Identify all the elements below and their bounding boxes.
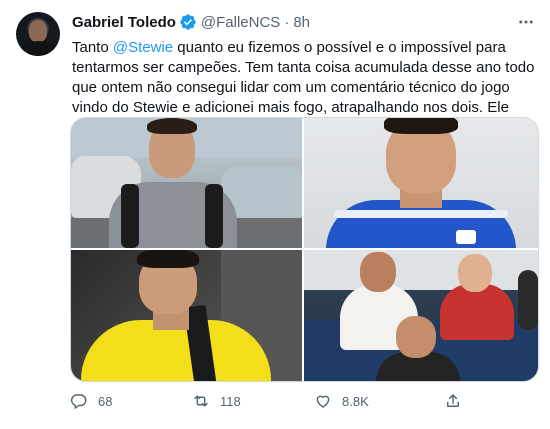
photo-1[interactable]	[71, 118, 302, 248]
avatar-body	[20, 41, 56, 56]
avatar[interactable]	[16, 12, 60, 56]
tweet-actions: 68 118 8.8K	[70, 390, 470, 412]
retweet-icon	[194, 395, 208, 407]
avatar-face	[29, 20, 47, 42]
photo-2-hair	[384, 118, 458, 134]
media-grid	[70, 117, 539, 382]
reply-count: 68	[98, 393, 113, 409]
like-icon	[316, 395, 330, 408]
retweet-button[interactable]: 118	[192, 390, 241, 412]
photo-4-person-red	[440, 284, 514, 340]
photo-2-jersey-stripe	[334, 210, 508, 218]
share-icon	[447, 394, 459, 407]
photo-4-backwall	[304, 250, 538, 290]
more-options-icon[interactable]	[516, 12, 536, 32]
reply-icon	[70, 394, 87, 409]
photo-4-head-front	[396, 316, 436, 358]
tweet-card[interactable]: Gabriel Toledo @FalleNCS · 8h Tanto @Ste…	[0, 0, 550, 429]
photo-1-hair	[147, 118, 197, 134]
author-name[interactable]: Gabriel Toledo	[72, 14, 176, 31]
mention-link[interactable]: @Stewie	[113, 39, 173, 56]
photo-4[interactable]	[304, 250, 538, 381]
photo-3-hair	[137, 250, 199, 268]
author-handle[interactable]: @FalleNCS	[201, 14, 280, 31]
photo-2[interactable]	[304, 118, 538, 248]
tweet-text-start: Tanto	[72, 39, 113, 56]
verified-badge-icon	[179, 13, 197, 31]
like-button[interactable]: 8.8K	[314, 390, 369, 412]
tweet-header: Gabriel Toledo @FalleNCS · 8h	[72, 12, 310, 32]
reply-button[interactable]: 68	[70, 390, 112, 412]
photo-2-logo	[456, 230, 476, 244]
photo-1-strap-right	[205, 184, 223, 248]
share-button[interactable]	[444, 390, 462, 412]
photo-3[interactable]	[71, 250, 302, 381]
separator-dot: ·	[284, 13, 290, 31]
photo-4-head-red	[458, 254, 492, 292]
tweet-timestamp[interactable]: 8h	[293, 14, 310, 31]
photo-1-strap-left	[121, 184, 139, 248]
retweet-count: 118	[220, 393, 241, 409]
like-count: 8.8K	[342, 393, 369, 409]
photo-4-head-beard	[360, 252, 396, 292]
photo-4-person-edge	[518, 270, 538, 330]
